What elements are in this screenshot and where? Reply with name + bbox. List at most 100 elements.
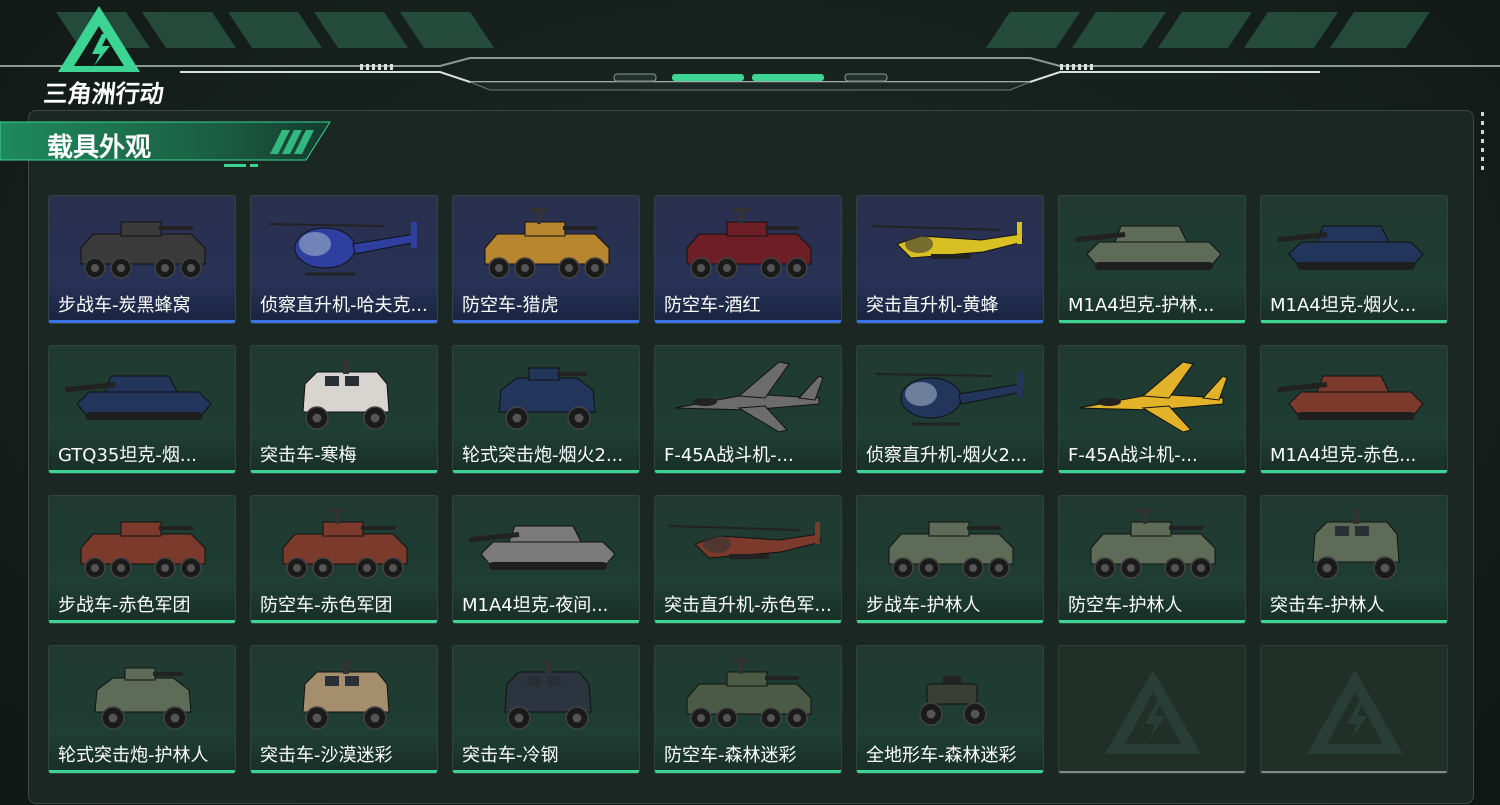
vehicle-skin-card[interactable]: 轮式突击炮-烟火2... bbox=[452, 345, 640, 474]
rarity-bar bbox=[453, 770, 639, 773]
tank-icon bbox=[1075, 225, 1222, 270]
vehicle-skin-card[interactable]: 侦察直升机-烟火2... bbox=[856, 345, 1044, 474]
rarity-bar bbox=[857, 320, 1043, 323]
vehicle-skin-label: 突击车-沙漠迷彩 bbox=[260, 745, 393, 766]
vehicle-skin-label: 突击车-护林人 bbox=[1270, 595, 1385, 616]
vehicle-skin-label: 步战车-赤色军团 bbox=[58, 595, 191, 616]
empty-skin-slot[interactable] bbox=[1058, 645, 1246, 774]
wheeled-gun-icon bbox=[94, 667, 192, 730]
ifv-icon bbox=[80, 521, 206, 579]
rarity-bar bbox=[655, 470, 841, 473]
tank-icon bbox=[469, 525, 616, 570]
vehicle-skin-label: 防空车-酒红 bbox=[664, 295, 761, 316]
rarity-bar bbox=[49, 770, 235, 773]
vehicle-skin-label: 侦察直升机-烟火2... bbox=[866, 445, 1028, 466]
assault-vehicle-icon bbox=[302, 360, 390, 430]
vehicle-skin-label: M1A4坦克-护林... bbox=[1068, 295, 1215, 316]
rarity-bar bbox=[655, 770, 841, 773]
vehicle-skins-page: 三角洲行动 载具外观 步战车-炭黑蜂窝 侦察直升机-哈夫克... 防空车-猎虎 … bbox=[0, 0, 1500, 805]
attack-helicopter-icon bbox=[871, 222, 1024, 259]
scroll-indicator[interactable] bbox=[1481, 112, 1487, 182]
vehicle-skin-card[interactable]: 轮式突击炮-护林人 bbox=[48, 645, 236, 774]
vehicle-skin-label: GTQ35坦克-烟... bbox=[58, 445, 198, 466]
vehicle-skin-card[interactable]: 步战车-炭黑蜂窝 bbox=[48, 195, 236, 324]
vehicle-skin-label: 轮式突击炮-烟火2... bbox=[462, 445, 624, 466]
rarity-bar bbox=[1261, 320, 1447, 323]
vehicle-skin-label: 侦察直升机-哈夫克... bbox=[260, 295, 428, 316]
rarity-bar bbox=[1059, 620, 1245, 623]
vehicle-skin-card[interactable]: 突击直升机-赤色军... bbox=[654, 495, 842, 624]
vehicle-skin-label: 步战车-炭黑蜂窝 bbox=[58, 295, 191, 316]
tank-icon bbox=[65, 375, 212, 420]
vehicle-skin-card[interactable]: M1A4坦克-赤色... bbox=[1260, 345, 1448, 474]
rarity-bar bbox=[1261, 470, 1447, 473]
vehicle-skin-label: 防空车-护林人 bbox=[1068, 595, 1183, 616]
rarity-bar bbox=[49, 620, 235, 623]
vehicle-skin-card[interactable]: 步战车-护林人 bbox=[856, 495, 1044, 624]
empty-skin-slot[interactable] bbox=[1260, 645, 1448, 774]
vehicle-skin-label: 防空车-猎虎 bbox=[462, 295, 559, 316]
vehicle-skin-label: 轮式突击炮-护林人 bbox=[58, 745, 209, 766]
vehicle-skin-card[interactable]: 侦察直升机-哈夫克... bbox=[250, 195, 438, 324]
vehicle-skin-card[interactable]: F-45A战斗机-... bbox=[1058, 345, 1246, 474]
tank-icon bbox=[1277, 375, 1424, 420]
vehicle-skin-card[interactable]: 突击车-护林人 bbox=[1260, 495, 1448, 624]
assault-vehicle-icon bbox=[302, 660, 390, 730]
fighter-jet-icon bbox=[674, 361, 824, 433]
vehicle-skin-label: M1A4坦克-赤色... bbox=[1270, 445, 1417, 466]
vehicle-skin-card[interactable]: 突击车-冷钢 bbox=[452, 645, 640, 774]
rarity-bar bbox=[251, 320, 437, 323]
rarity-bar bbox=[1261, 620, 1447, 623]
vehicle-skin-label: M1A4坦克-烟火... bbox=[1270, 295, 1417, 316]
vehicle-skin-card[interactable]: 防空车-护林人 bbox=[1058, 495, 1246, 624]
top-frame-decoration bbox=[0, 12, 1500, 91]
vehicle-skin-label: 步战车-护林人 bbox=[866, 595, 981, 616]
vehicle-skin-card[interactable]: M1A4坦克-夜间... bbox=[452, 495, 640, 624]
rarity-bar bbox=[251, 770, 437, 773]
slot-bar bbox=[1059, 771, 1245, 773]
vehicle-skin-card[interactable]: 防空车-赤色军团 bbox=[250, 495, 438, 624]
rarity-bar bbox=[453, 620, 639, 623]
attack-helicopter-icon bbox=[669, 522, 822, 559]
fighter-jet-icon bbox=[1078, 361, 1228, 433]
rarity-bar bbox=[857, 620, 1043, 623]
vehicle-skin-card[interactable]: 突击车-寒梅 bbox=[250, 345, 438, 474]
rarity-bar bbox=[655, 320, 841, 323]
vehicle-skin-card[interactable]: GTQ35坦克-烟... bbox=[48, 345, 236, 474]
vehicle-skin-card[interactable]: 全地形车-森林迷彩 bbox=[856, 645, 1044, 774]
vehicle-skin-card[interactable]: 防空车-森林迷彩 bbox=[654, 645, 842, 774]
vehicle-skin-label: 全地形车-森林迷彩 bbox=[866, 745, 1017, 766]
rarity-bar bbox=[1059, 320, 1245, 323]
logo-text: 三角洲行动 bbox=[42, 80, 166, 108]
vehicle-skin-label: 突击直升机-赤色军... bbox=[664, 595, 832, 616]
rarity-bar bbox=[453, 470, 639, 473]
vehicle-skin-label: 突击车-冷钢 bbox=[462, 745, 559, 766]
vehicle-skin-card[interactable]: 防空车-酒红 bbox=[654, 195, 842, 324]
ifv-icon bbox=[80, 221, 206, 279]
assault-vehicle-icon bbox=[504, 660, 592, 730]
rarity-bar bbox=[49, 320, 235, 323]
vehicle-skin-card[interactable]: F-45A战斗机-... bbox=[654, 345, 842, 474]
scout-helicopter-icon bbox=[874, 372, 1024, 426]
rarity-bar bbox=[1059, 470, 1245, 473]
wheeled-gun-icon bbox=[498, 367, 596, 430]
vehicle-skin-grid: 步战车-炭黑蜂窝 侦察直升机-哈夫克... 防空车-猎虎 防空车-酒红 突击直升… bbox=[48, 195, 1450, 775]
aa-vehicle-icon bbox=[1090, 508, 1216, 579]
vehicle-skin-card[interactable]: 突击直升机-黄蜂 bbox=[856, 195, 1044, 324]
vehicle-skin-label: M1A4坦克-夜间... bbox=[462, 595, 609, 616]
vehicle-skin-card[interactable]: M1A4坦克-烟火... bbox=[1260, 195, 1448, 324]
vehicle-skin-label: 防空车-赤色军团 bbox=[260, 595, 393, 616]
vehicle-skin-card[interactable]: M1A4坦克-护林... bbox=[1058, 195, 1246, 324]
ifv-icon bbox=[888, 521, 1014, 579]
vehicle-skin-card[interactable]: 防空车-猎虎 bbox=[452, 195, 640, 324]
slot-bar bbox=[1261, 771, 1447, 773]
vehicle-skin-card[interactable]: 步战车-赤色军团 bbox=[48, 495, 236, 624]
vehicle-skin-card[interactable]: 突击车-沙漠迷彩 bbox=[250, 645, 438, 774]
rarity-bar bbox=[857, 770, 1043, 773]
aa-vehicle-icon bbox=[484, 208, 610, 279]
rarity-bar bbox=[49, 470, 235, 473]
rarity-bar bbox=[857, 470, 1043, 473]
atv-icon bbox=[919, 676, 987, 726]
aa-vehicle-icon bbox=[282, 508, 408, 579]
vehicle-skin-label: 突击直升机-黄蜂 bbox=[866, 295, 999, 316]
